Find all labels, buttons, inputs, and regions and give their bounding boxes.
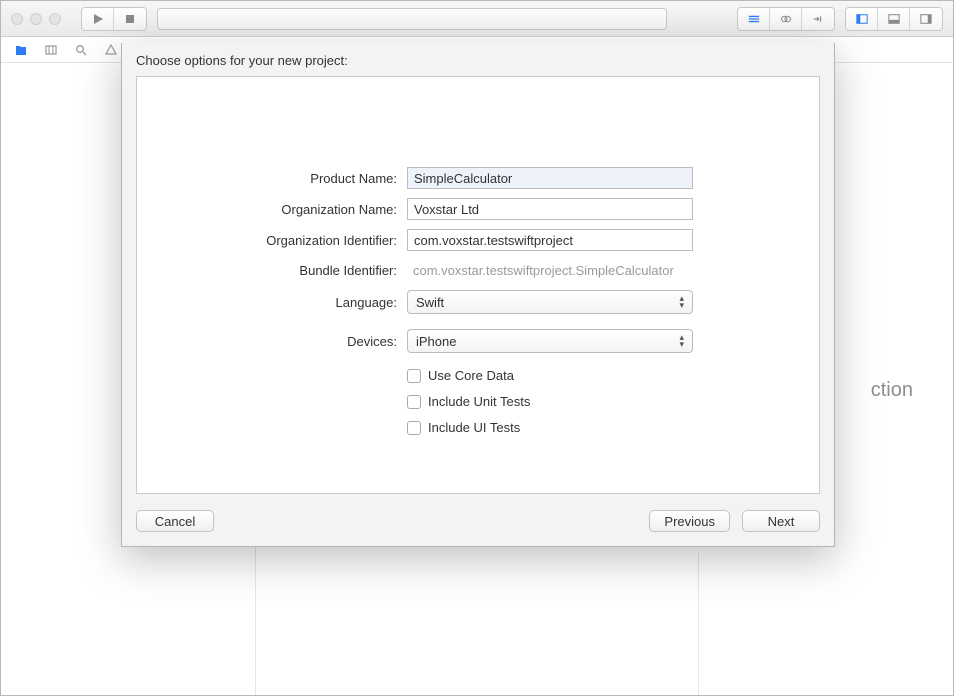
include-ui-tests-checkbox[interactable] [407, 421, 421, 435]
editor-mode-group [737, 7, 835, 31]
toggle-utilities-button[interactable] [910, 8, 942, 30]
sheet-panel: Product Name: Organization Name: Organiz… [136, 76, 820, 494]
language-label: Language: [137, 295, 397, 310]
run-button[interactable] [82, 8, 114, 30]
xcode-window: ction Choose options for your new projec… [0, 0, 954, 696]
toggle-debug-button[interactable] [878, 8, 910, 30]
new-project-sheet: Choose options for your new project: Pro… [121, 43, 835, 547]
organization-name-label: Organization Name: [137, 202, 397, 217]
product-name-label: Product Name: [137, 171, 397, 186]
organization-identifier-label: Organization Identifier: [137, 233, 397, 248]
symbol-navigator-icon[interactable] [43, 42, 59, 58]
titlebar [1, 1, 953, 37]
toggle-navigator-button[interactable] [846, 8, 878, 30]
assistant-editor-button[interactable] [770, 8, 802, 30]
background-partial-text: ction [871, 379, 913, 402]
devices-label: Devices: [137, 334, 397, 349]
stop-button[interactable] [114, 8, 146, 30]
product-name-input[interactable] [407, 167, 693, 189]
use-core-data-label: Use Core Data [428, 368, 514, 383]
previous-button[interactable]: Previous [649, 510, 730, 532]
standard-editor-button[interactable] [738, 8, 770, 30]
project-navigator-icon[interactable] [13, 42, 29, 58]
sheet-title: Choose options for your new project: [122, 43, 834, 76]
issue-navigator-icon[interactable] [103, 42, 119, 58]
bundle-identifier-value: com.voxstar.testswiftproject.SimpleCalcu… [407, 260, 680, 281]
minimize-window-button[interactable] [30, 13, 42, 25]
zoom-window-button[interactable] [49, 13, 61, 25]
version-editor-button[interactable] [802, 8, 834, 30]
use-core-data-checkbox[interactable] [407, 369, 421, 383]
include-unit-tests-checkbox[interactable] [407, 395, 421, 409]
cancel-button[interactable]: Cancel [136, 510, 214, 532]
run-stop-group [81, 7, 147, 31]
close-window-button[interactable] [11, 13, 23, 25]
find-navigator-icon[interactable] [73, 42, 89, 58]
chevron-updown-icon: ▴▾ [679, 295, 684, 309]
organization-name-input[interactable] [407, 198, 693, 220]
include-unit-tests-label: Include Unit Tests [428, 394, 530, 409]
devices-select-value: iPhone [416, 334, 456, 349]
language-select[interactable]: Swift ▴▾ [407, 290, 693, 314]
include-ui-tests-label: Include UI Tests [428, 420, 520, 435]
window-controls [11, 13, 61, 25]
organization-identifier-input[interactable] [407, 229, 693, 251]
panel-toggle-group [845, 7, 943, 31]
bundle-identifier-label: Bundle Identifier: [137, 263, 397, 278]
scheme-activity-bar[interactable] [157, 8, 667, 30]
editor-right-divider [698, 553, 699, 695]
language-select-value: Swift [416, 295, 444, 310]
sheet-footer: Cancel Previous Next [136, 508, 820, 534]
next-button[interactable]: Next [742, 510, 820, 532]
devices-select[interactable]: iPhone ▴▾ [407, 329, 693, 353]
project-options-form: Product Name: Organization Name: Organiz… [137, 167, 819, 435]
chevron-updown-icon: ▴▾ [679, 334, 684, 348]
